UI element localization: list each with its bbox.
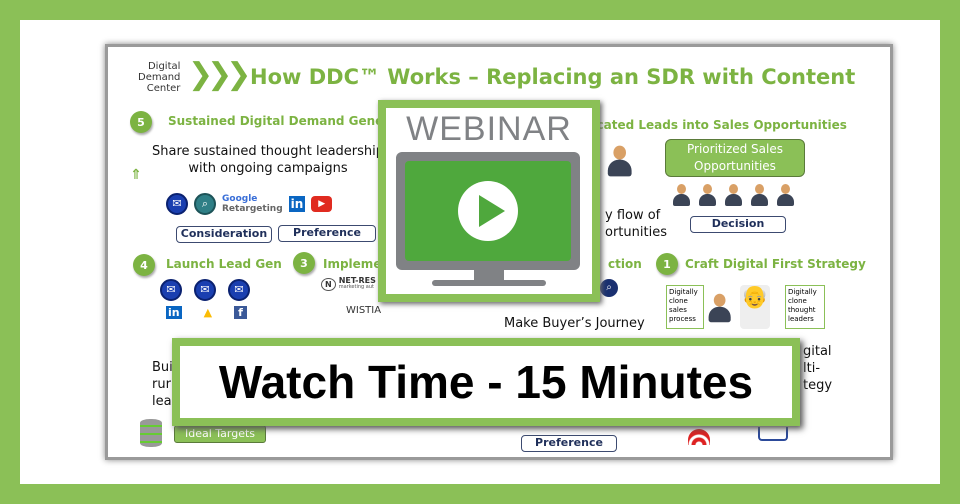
monitor-stand xyxy=(474,270,504,280)
netresults-text: NET-RES marketing aut xyxy=(339,277,376,291)
step-2-text: Make Buyer’s Journey xyxy=(504,316,645,331)
step-1-text: gital lti-tegy xyxy=(803,343,832,394)
monitor-base xyxy=(432,280,546,286)
text-line: tegy xyxy=(803,378,833,393)
text-line: lti- xyxy=(803,361,821,376)
monitor-icon[interactable] xyxy=(396,152,580,270)
salesperson-icon xyxy=(607,145,633,180)
youtube-icon: ▶ xyxy=(311,196,333,212)
person-icon xyxy=(699,184,716,206)
stage-decision: Decision xyxy=(690,216,786,233)
email-icon: ✉ xyxy=(160,279,182,301)
thought-leader-icon: 👴 xyxy=(740,285,770,329)
google-retargeting: Google Retargeting xyxy=(222,194,283,214)
stage-preference-2: Preference xyxy=(521,435,617,452)
person-icon xyxy=(725,184,742,206)
webinar-label: WEBINAR xyxy=(406,110,572,148)
text-line: y flow of xyxy=(605,208,661,223)
target-icon xyxy=(688,429,710,445)
step-1-badge: 1 xyxy=(656,253,678,275)
step-5-text: Share sustained thought leadership with o… xyxy=(148,143,388,177)
text-line: Share sustained thought leadership xyxy=(151,144,385,159)
stage-preference: Preference xyxy=(278,225,376,242)
prospect-icons xyxy=(673,184,794,206)
linkedin-icon: in xyxy=(288,196,306,212)
email-icon: ✉ xyxy=(166,193,188,215)
text-line: with ongoing campaigns xyxy=(188,161,348,176)
person-icon xyxy=(751,184,768,206)
prioritized-opportunities-box: Prioritized Sales Opportunities xyxy=(665,139,805,177)
ad-channel-icons: in ▲ f xyxy=(166,306,247,319)
logo: Digital Demand Center xyxy=(138,61,180,94)
bubble-clone-leaders: Digitally clone thought leaders xyxy=(785,285,825,329)
salesperson-icon xyxy=(708,293,731,323)
logo-line: Digital xyxy=(147,61,181,72)
email-icon: ✉ xyxy=(194,279,216,301)
ideal-targets-box: Ideal Targets xyxy=(174,425,266,443)
netresults-icon: N xyxy=(321,277,336,291)
email-icons: ✉ ✉ ✉ xyxy=(160,279,250,301)
puzzle-icon xyxy=(758,427,788,441)
google-ads-icon: ▲ xyxy=(203,306,213,319)
person-icon xyxy=(673,184,690,206)
logo-chevrons-icon: ❯❯❯ xyxy=(188,57,251,92)
database-icon xyxy=(140,419,162,447)
play-icon[interactable] xyxy=(458,181,518,241)
wistia-logo: WISTIA xyxy=(346,305,382,316)
email-icon: ✉ xyxy=(228,279,250,301)
seo-search-icon: ⌕ xyxy=(194,193,216,215)
step-3-badge: 3 xyxy=(293,252,315,274)
step-5-badge: 5 xyxy=(130,111,152,133)
person-icon xyxy=(777,184,794,206)
step-6-text: y flow of ortunities xyxy=(605,207,667,241)
facebook-icon: f xyxy=(234,306,247,319)
netresults-name: NET-RES xyxy=(338,276,376,285)
step-1-title: Craft Digital First Strategy xyxy=(685,257,866,271)
linkedin-icon: in xyxy=(166,306,182,319)
step-4-title: Launch Lead Gen xyxy=(166,257,282,271)
step-2-title: ction xyxy=(608,257,642,271)
step-6-title: ucated Leads into Sales Opportunities xyxy=(588,118,847,132)
netresults-logo: N NET-RES marketing aut xyxy=(321,277,376,291)
watch-time-banner: Watch Time - 15 Minutes xyxy=(172,338,800,426)
logo-line: Demand xyxy=(138,72,181,83)
channel-icons: ✉ ⌕ Google Retargeting in ▶ xyxy=(166,193,333,215)
step-4-badge: 4 xyxy=(133,254,155,276)
bubble-clone-sales: Digitally clone sales process xyxy=(666,285,704,329)
stage-consideration: Consideration xyxy=(176,226,272,243)
monitor-screen xyxy=(405,161,571,261)
logo-line: Center xyxy=(146,83,181,94)
webinar-badge: WEBINAR xyxy=(378,100,600,302)
text-line: gital xyxy=(803,344,832,359)
text-line: ortunities xyxy=(605,225,667,240)
arrows-up-icon: ⇑ xyxy=(130,167,142,183)
netresults-subtitle: marketing aut xyxy=(338,284,374,290)
slide-title: How DDC™ Works – Replacing an SDR with C… xyxy=(250,65,856,89)
search-icon: ⌕ xyxy=(600,279,618,297)
